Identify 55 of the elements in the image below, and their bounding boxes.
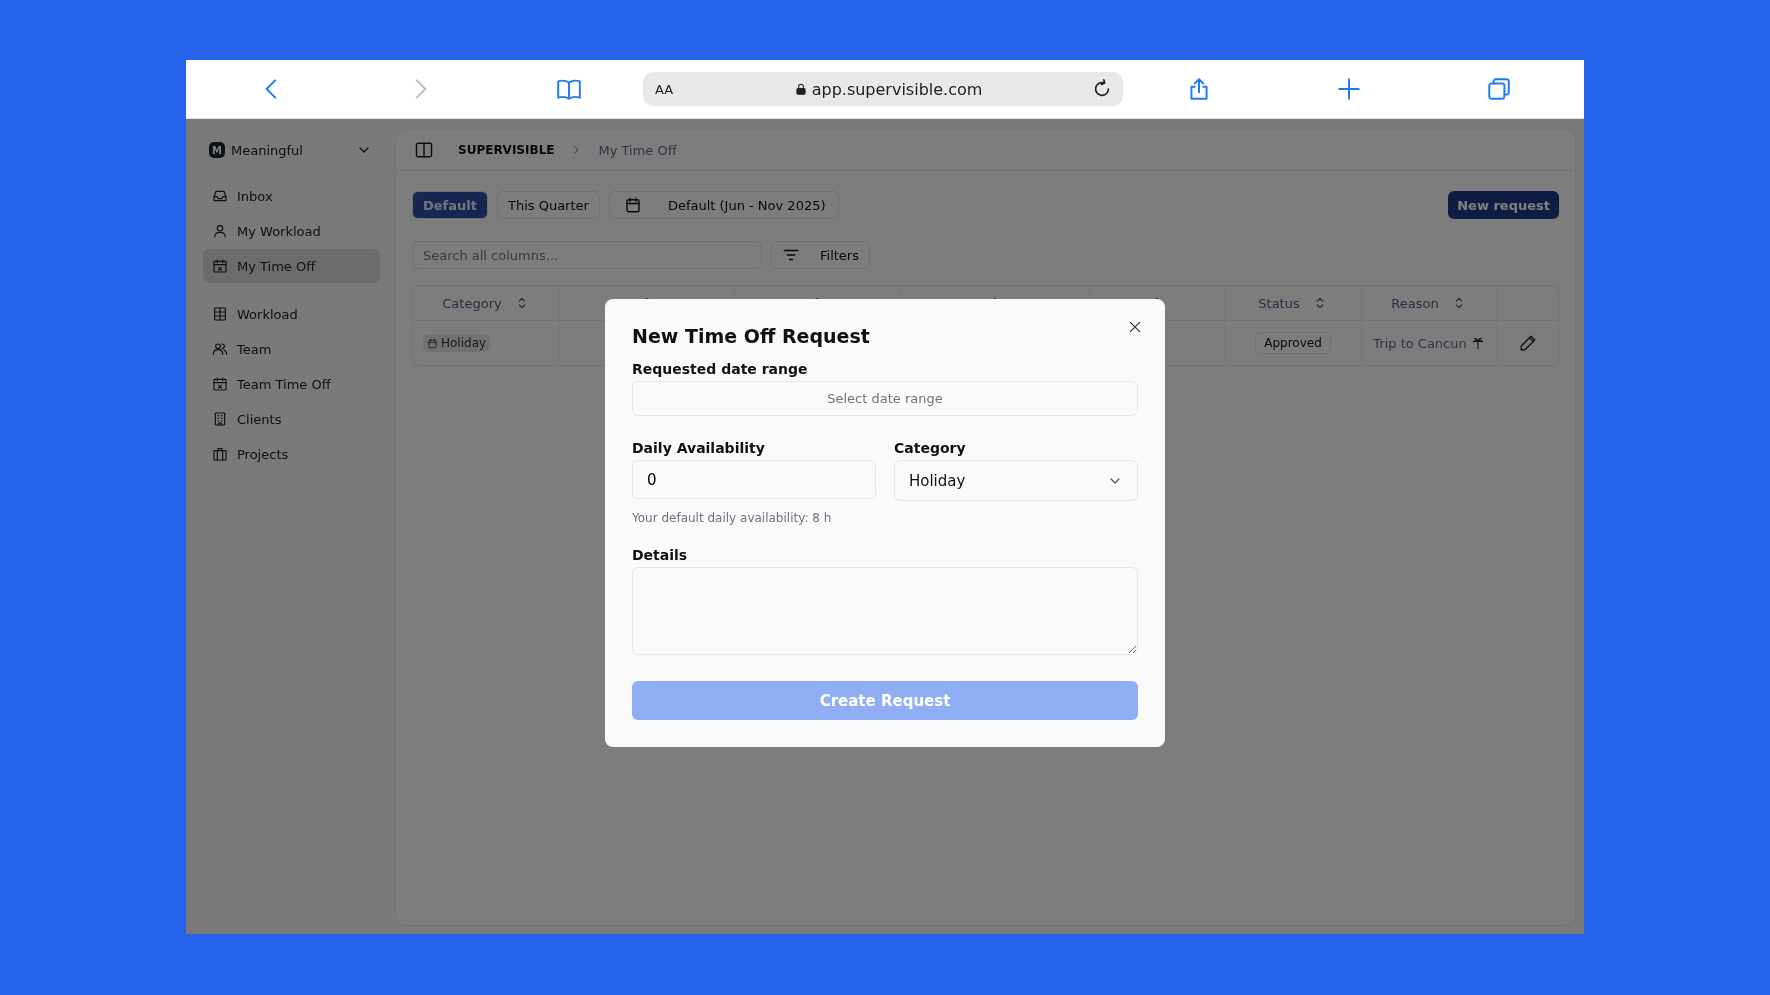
workspace-switcher[interactable]: M Meaningful [203,133,380,167]
view-button[interactable]: This Quarter [496,191,600,219]
people-icon [212,341,228,357]
category-dropdown[interactable]: Holiday [894,460,1138,501]
details-field[interactable] [632,567,1138,655]
status-badge: Approved [1255,332,1331,354]
person-icon [212,223,228,239]
workspace-avatar: M [209,142,225,158]
sidebar-item[interactable]: Team [203,332,380,366]
briefcase-icon [212,446,228,462]
table-cell: Trip to Cancun [1373,335,1467,351]
field-label: Details [632,547,689,563]
building-icon [212,411,228,427]
dialog-title: New Time Off Request [632,325,871,347]
calendar-icon [212,376,228,392]
new-tab-icon[interactable] [1336,76,1362,102]
text-size-button[interactable]: AA [655,81,685,97]
category-tag: Holiday [423,334,491,352]
workspace-name: Meaningful [231,142,304,158]
column-header[interactable]: Category [442,295,502,311]
date-range-button[interactable]: Default (Jun - Nov 2025) [608,191,839,219]
sidebar-item[interactable]: My Workload [203,214,380,248]
sidebar-item[interactable]: Clients [203,402,380,436]
new-request-button[interactable]: New request [1448,191,1559,219]
lock-icon [793,82,808,96]
grid-icon [212,306,228,322]
calendar-icon [427,337,438,349]
search-field[interactable]: Search all columns... [412,241,762,269]
calendar-icon [212,258,228,274]
calendar-icon [623,196,642,214]
sidebar-item[interactable]: Team Time Off [203,367,380,401]
breadcrumb-item[interactable]: My Time Off [598,142,677,158]
sidebar-item[interactable]: Inbox [203,179,380,213]
address-bar[interactable]: AA app.supervisible.com [643,72,1123,106]
palm-tree-icon [1470,336,1485,350]
sidebar-item[interactable]: Projects [203,437,380,471]
field-label: Category [894,440,967,456]
url-text: app.supervisible.com [811,79,983,99]
pencil-icon[interactable] [1518,334,1537,352]
availability-field[interactable]: 0 [632,460,876,499]
close-icon[interactable] [1127,319,1143,335]
field-label: Daily Availability [632,440,766,456]
filters-button[interactable]: Filters [771,241,870,269]
column-header[interactable]: Reason [1391,295,1439,311]
sidebar-item[interactable]: Workload [203,297,380,331]
date-range-field[interactable]: Select date range [632,381,1138,416]
inbox-icon [212,188,228,204]
sidebar-item[interactable]: My Time Off [203,249,380,283]
breadcrumb-item[interactable]: SUPERVISIBLE [458,143,555,157]
view-button[interactable]: Default [412,191,488,219]
tabs-icon[interactable] [1486,76,1512,102]
column-header[interactable]: Status [1258,295,1300,311]
field-label: Requested date range [632,361,809,377]
hint-text: Your default daily availability: 8 h [632,511,833,525]
sidebar-toggle-icon[interactable] [414,140,434,160]
